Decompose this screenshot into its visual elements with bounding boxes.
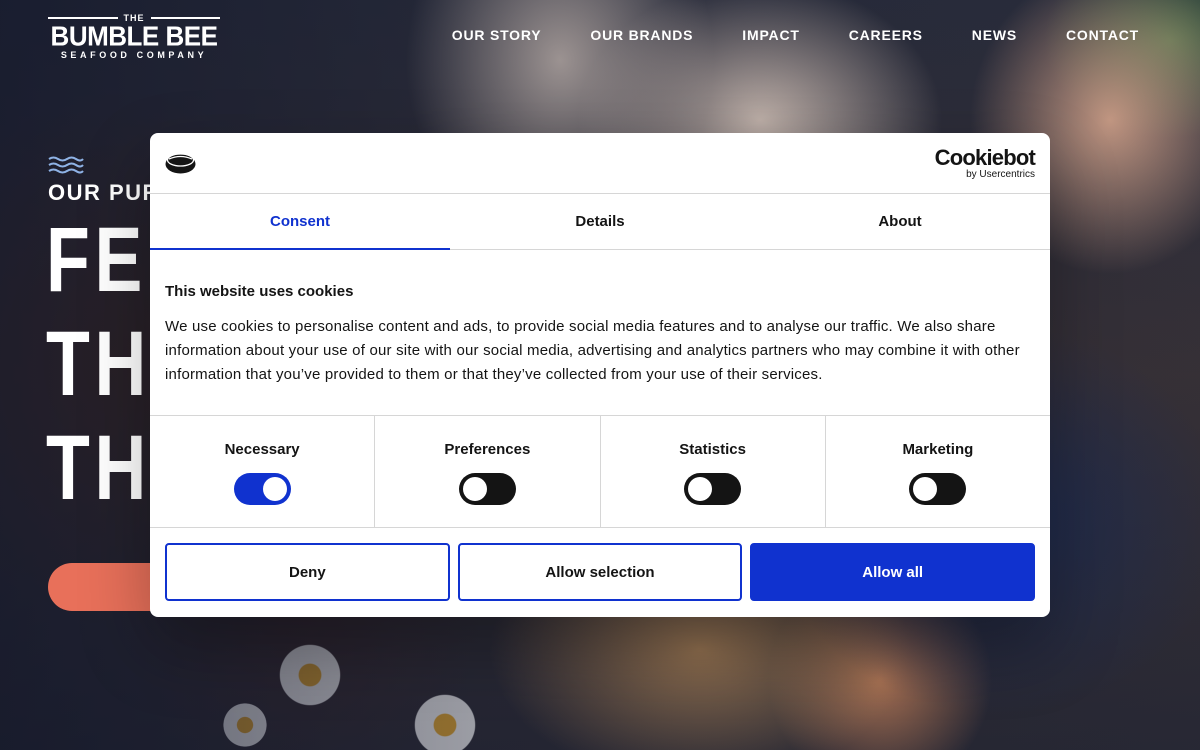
main-nav: OUR STORY OUR BRANDS IMPACT CAREERS NEWS… — [452, 27, 1139, 43]
statistics-switch[interactable] — [684, 473, 742, 505]
cookie-consent-dialog: Cookiebot by Usercentrics Consent Detail… — [150, 133, 1050, 617]
consent-toggles: Necessary Preferences Statistics Marketi… — [150, 415, 1050, 528]
waves-icon — [48, 156, 84, 174]
nav-our-brands[interactable]: OUR BRANDS — [590, 27, 693, 43]
toggle-label: Statistics — [679, 441, 746, 458]
site-brand-icon — [165, 153, 196, 174]
switch-knob — [688, 477, 713, 501]
dialog-title: This website uses cookies — [165, 283, 354, 300]
hero-headline: FE TH TH — [46, 208, 151, 520]
toggle-marketing: Marketing — [826, 416, 1050, 527]
preferences-switch[interactable] — [458, 473, 516, 505]
cookiebot-name: Cookiebot — [934, 145, 1036, 170]
hero-headline-line: TH — [46, 313, 152, 415]
site-logo[interactable]: THE BUMBLE BEE SEAFOOD COMPANY — [48, 13, 220, 61]
toggle-label: Marketing — [902, 441, 974, 458]
switch-knob — [262, 477, 287, 501]
hero-headline-line: FE — [46, 209, 148, 311]
marketing-switch[interactable] — [909, 473, 967, 505]
cookiebot-logo[interactable]: Cookiebot by Usercentrics — [934, 145, 1036, 181]
allow-all-button[interactable]: Allow all — [750, 543, 1036, 601]
switch-knob — [462, 477, 487, 501]
allow-selection-button[interactable]: Allow selection — [457, 543, 743, 601]
tab-details[interactable]: Details — [450, 194, 750, 249]
toggle-necessary: Necessary — [150, 416, 376, 527]
nav-contact[interactable]: CONTACT — [1066, 27, 1139, 43]
toggle-label: Necessary — [224, 441, 300, 458]
hero-eyebrow: OUR PUR — [48, 180, 160, 205]
tab-about[interactable]: About — [750, 194, 1050, 249]
dialog-description: We use cookies to personalise content an… — [165, 318, 1020, 383]
dialog-header: Cookiebot by Usercentrics — [150, 133, 1050, 194]
nav-impact[interactable]: IMPACT — [742, 27, 799, 43]
nav-careers[interactable]: CAREERS — [849, 27, 923, 43]
cookiebot-byline: by Usercentrics — [966, 169, 1035, 180]
tab-consent[interactable]: Consent — [150, 194, 450, 250]
switch-knob — [913, 477, 938, 501]
necessary-switch[interactable] — [233, 473, 291, 505]
dialog-tabs: Consent Details About — [150, 194, 1050, 250]
dialog-body: This website uses cookies We use cookies… — [150, 250, 1050, 415]
toggle-label: Preferences — [444, 441, 531, 458]
dialog-actions: Deny Allow selection Allow all — [150, 528, 1050, 601]
hero-headline-line: TH — [46, 417, 152, 519]
nav-our-story[interactable]: OUR STORY — [452, 27, 542, 43]
nav-news[interactable]: NEWS — [972, 27, 1017, 43]
toggle-preferences: Preferences — [375, 416, 601, 527]
logo-main-text: BUMBLE BEE — [50, 20, 218, 52]
deny-button[interactable]: Deny — [165, 543, 450, 601]
toggle-statistics: Statistics — [601, 416, 826, 527]
